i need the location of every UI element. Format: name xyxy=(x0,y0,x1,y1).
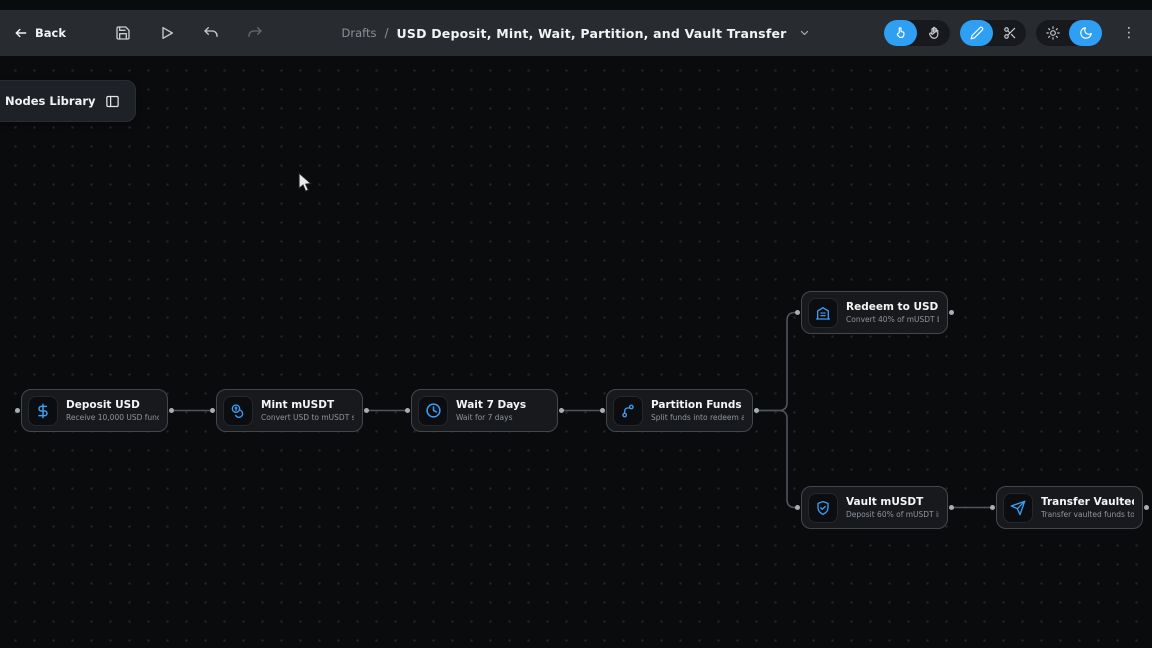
shield-check-icon xyxy=(808,493,838,523)
hand-icon xyxy=(927,26,941,40)
top-toolbar: Back Drafts / USD Deposit, Mint, Wait, P… xyxy=(0,10,1152,56)
redo-button[interactable] xyxy=(242,20,268,46)
edge-layer xyxy=(0,0,1152,648)
back-label: Back xyxy=(35,26,66,40)
input-port[interactable] xyxy=(15,408,20,413)
draw-mode-button[interactable] xyxy=(960,20,993,46)
coins-icon xyxy=(223,396,253,426)
panel-left-icon xyxy=(105,94,120,109)
mouse-cursor-icon xyxy=(297,172,315,194)
theme-toggle xyxy=(1036,20,1102,46)
input-port[interactable] xyxy=(210,408,215,413)
node-title: Mint mUSDT xyxy=(261,399,354,411)
kebab-icon: ⋮ xyxy=(1122,25,1136,41)
node-redeem-to-usd[interactable]: Redeem to USD Convert 40% of mUSDT back … xyxy=(801,291,948,334)
redo-icon xyxy=(247,25,263,41)
node-subtitle: Split funds into redeem and va... xyxy=(651,413,744,422)
dark-theme-button[interactable] xyxy=(1069,20,1102,46)
clock-icon xyxy=(418,396,448,426)
undo-button[interactable] xyxy=(198,20,224,46)
sun-icon xyxy=(1046,26,1060,40)
breadcrumb-separator: / xyxy=(384,26,388,40)
breadcrumb-section[interactable]: Drafts xyxy=(341,26,376,40)
output-port[interactable] xyxy=(364,408,369,413)
split-icon xyxy=(613,396,643,426)
pencil-icon xyxy=(970,26,984,40)
output-port[interactable] xyxy=(949,505,954,510)
node-title: Partition Funds xyxy=(651,399,744,411)
light-theme-button[interactable] xyxy=(1036,20,1069,46)
node-deposit-usd[interactable]: Deposit USD Receive 10,000 USD funding xyxy=(21,389,168,432)
input-port[interactable] xyxy=(405,408,410,413)
input-port[interactable] xyxy=(600,408,605,413)
node-title: Transfer Vaulted Fun... xyxy=(1041,496,1134,508)
node-mint-musdt[interactable]: Mint mUSDT Convert USD to mUSDT stablec.… xyxy=(216,389,363,432)
node-subtitle: Wait for 7 days xyxy=(456,413,526,422)
node-vault-musdt[interactable]: Vault mUSDT Deposit 60% of mUSDT into yi… xyxy=(801,486,948,529)
input-port[interactable] xyxy=(795,505,800,510)
cut-mode-button[interactable] xyxy=(993,20,1026,46)
bank-icon xyxy=(808,298,838,328)
edit-mode-toggle xyxy=(960,20,1026,46)
node-subtitle: Receive 10,000 USD funding xyxy=(66,413,159,422)
save-icon xyxy=(115,25,131,41)
save-button[interactable] xyxy=(110,20,136,46)
input-port[interactable] xyxy=(990,505,995,510)
node-subtitle: Transfer vaulted funds to spec... xyxy=(1041,510,1134,519)
node-title: Deposit USD xyxy=(66,399,159,411)
back-button[interactable]: Back xyxy=(14,26,66,40)
output-port[interactable] xyxy=(1144,505,1149,510)
edge-partition-vault xyxy=(756,411,798,508)
send-icon xyxy=(1003,493,1033,523)
moon-icon xyxy=(1079,26,1093,40)
output-port[interactable] xyxy=(754,408,759,413)
page-title: USD Deposit, Mint, Wait, Partition, and … xyxy=(397,26,787,41)
nodes-library-button[interactable]: Nodes Library xyxy=(0,80,136,122)
node-title: Vault mUSDT xyxy=(846,496,939,508)
node-transfer-vaulted-funds[interactable]: Transfer Vaulted Fun... Transfer vaulted… xyxy=(996,486,1143,529)
node-title: Wait 7 Days xyxy=(456,399,526,411)
scissors-icon xyxy=(1003,26,1017,40)
output-port[interactable] xyxy=(949,310,954,315)
input-port[interactable] xyxy=(795,310,800,315)
node-wait-7-days[interactable]: Wait 7 Days Wait for 7 days xyxy=(411,389,558,432)
title-dropdown[interactable] xyxy=(799,27,811,39)
breadcrumb: Drafts / USD Deposit, Mint, Wait, Partit… xyxy=(341,26,810,41)
run-button[interactable] xyxy=(154,20,180,46)
output-port[interactable] xyxy=(559,408,564,413)
undo-icon xyxy=(203,25,219,41)
chevron-down-icon xyxy=(799,27,811,39)
edge-partition-redeem xyxy=(756,313,798,411)
cursor-mode-toggle xyxy=(884,20,950,46)
arrow-left-icon xyxy=(14,26,28,40)
output-port[interactable] xyxy=(169,408,174,413)
select-mode-button[interactable] xyxy=(884,20,917,46)
nodes-library-label: Nodes Library xyxy=(5,94,96,108)
node-subtitle: Convert 40% of mUSDT back to... xyxy=(846,315,939,324)
more-menu-button[interactable]: ⋮ xyxy=(1120,20,1138,46)
node-subtitle: Convert USD to mUSDT stablec... xyxy=(261,413,354,422)
pointer-icon xyxy=(894,26,908,40)
pan-mode-button[interactable] xyxy=(917,20,950,46)
dollar-icon xyxy=(28,396,58,426)
node-subtitle: Deposit 60% of mUSDT into yiel... xyxy=(846,510,939,519)
play-icon xyxy=(159,25,175,41)
node-partition-funds[interactable]: Partition Funds Split funds into redeem … xyxy=(606,389,753,432)
node-title: Redeem to USD xyxy=(846,301,939,313)
